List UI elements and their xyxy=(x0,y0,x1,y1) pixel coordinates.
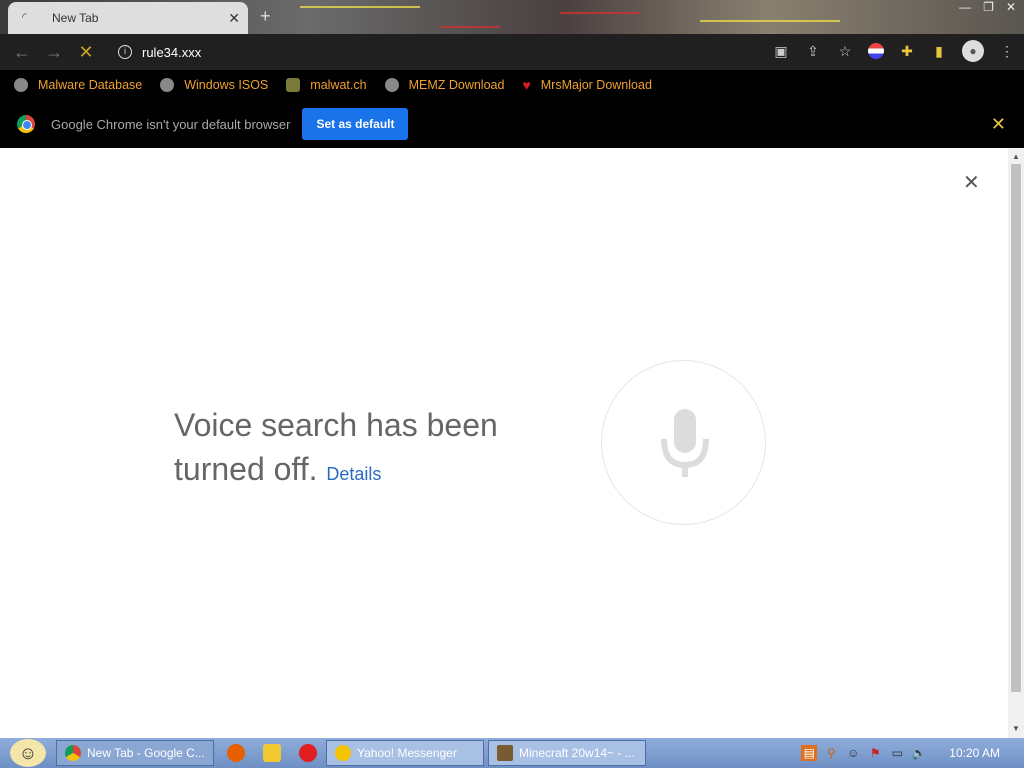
firefox-icon xyxy=(227,744,245,762)
info-icon[interactable]: i xyxy=(118,45,132,59)
back-button[interactable]: ← xyxy=(6,42,38,63)
globe-icon xyxy=(384,78,399,92)
default-browser-infobar: Google Chrome isn't your default browser… xyxy=(0,100,1024,148)
start-button[interactable]: ☺ xyxy=(0,738,56,768)
puzzle-icon[interactable]: ✚ xyxy=(898,42,916,60)
toolbar: ← → ✕ i rule34.xxx ▣ ⇪ ☆ ✚ ▮ ● ⋮ xyxy=(0,34,1024,70)
infobar-text: Google Chrome isn't your default browser xyxy=(51,116,291,132)
bookmark-label: malwat.ch xyxy=(310,78,367,92)
bookmark-malware-database[interactable]: Malware Database xyxy=(14,78,142,92)
details-link[interactable]: Details xyxy=(326,464,381,484)
star-icon[interactable]: ☆ xyxy=(836,42,854,60)
minimize-icon[interactable]: — xyxy=(959,0,971,20)
voice-message: Voice search has been turned off. Detail… xyxy=(174,403,534,496)
close-window-icon[interactable]: ✕ xyxy=(1006,0,1016,20)
bookmark-mrsmajor-download[interactable]: ♥ MrsMajor Download xyxy=(522,78,651,92)
set-as-default-button[interactable]: Set as default xyxy=(302,108,409,140)
minecraft-icon xyxy=(497,745,513,761)
smiley-icon: ☺ xyxy=(10,739,46,767)
stop-button[interactable]: ✕ xyxy=(70,42,102,63)
url-text[interactable]: rule34.xxx xyxy=(142,45,201,60)
chrome-logo-icon xyxy=(17,115,35,133)
firefox-quicklaunch[interactable] xyxy=(218,740,254,766)
voice-close-icon[interactable]: ✕ xyxy=(963,170,980,195)
bookmark-memz-download[interactable]: MEMZ Download xyxy=(384,78,505,92)
bookmark-label: MEMZ Download xyxy=(408,78,505,92)
search-icon[interactable]: ⚲ xyxy=(823,745,839,761)
loading-icon: ◜ xyxy=(22,10,27,24)
taskbar-chrome[interactable]: New Tab - Google C... xyxy=(56,740,214,766)
restore-icon[interactable]: ❐ xyxy=(983,0,994,20)
taskbar-label: Minecraft 20w14~ - ... xyxy=(519,746,635,760)
smiley-tray-icon[interactable]: ☺ xyxy=(845,745,861,761)
explorer-quicklaunch[interactable] xyxy=(254,740,290,766)
scroll-up-icon[interactable]: ▲ xyxy=(1012,152,1020,161)
taskbar: ☺ New Tab - Google C... Yahoo! Messenger… xyxy=(0,738,1024,768)
bookmarks-bar: Malware Database Windows ISOS malwat.ch … xyxy=(0,70,1024,100)
toolbar-actions: ▣ ⇪ ☆ ✚ ▮ ● ⋮ xyxy=(772,40,1016,62)
network-icon[interactable]: ▭ xyxy=(889,745,905,761)
taskbar-minecraft[interactable]: Minecraft 20w14~ - ... xyxy=(488,740,646,766)
window-controls: — ❐ ✕ xyxy=(959,0,1016,20)
system-tray: ▤ ⚲ ☺ ⚑ ▭ 🔈 10:20 AM xyxy=(801,738,1024,768)
share-icon[interactable]: ⇪ xyxy=(804,42,822,60)
flag-icon[interactable] xyxy=(868,43,884,59)
title-bar: ◜ New Tab ✕ + — ❐ ✕ xyxy=(0,0,1024,34)
yahoo-icon xyxy=(335,745,351,761)
bookmark-malwatch[interactable]: malwat.ch xyxy=(286,78,367,92)
cast-icon[interactable]: ▣ xyxy=(772,42,790,60)
new-tab-button[interactable]: + xyxy=(260,6,271,27)
clock: 10:20 AM xyxy=(949,746,1000,760)
folder-icon xyxy=(263,744,281,762)
mic-button[interactable] xyxy=(601,360,766,525)
taskbar-label: New Tab - Google C... xyxy=(87,746,205,760)
volume-icon[interactable]: 🔈 xyxy=(911,745,927,761)
bookmark-label: MrsMajor Download xyxy=(540,78,652,92)
opera-icon xyxy=(299,744,317,762)
menu-icon[interactable]: ⋮ xyxy=(998,42,1016,60)
opera-quicklaunch[interactable] xyxy=(290,740,326,766)
vertical-scrollbar[interactable]: ▲ ▼ xyxy=(1008,148,1024,738)
address-bar[interactable]: i rule34.xxx xyxy=(108,38,768,66)
taskbar-label: Yahoo! Messenger xyxy=(357,746,457,760)
infobar-close-icon[interactable]: ✕ xyxy=(991,114,1006,135)
globe-icon xyxy=(160,78,175,92)
scroll-thumb[interactable] xyxy=(1011,164,1021,692)
voice-line-1: Voice search has been xyxy=(174,407,498,443)
scroll-down-icon[interactable]: ▼ xyxy=(1012,724,1020,733)
heart-icon: ♥ xyxy=(522,77,531,93)
sidebar-icon[interactable]: ▮ xyxy=(930,42,948,60)
voice-search-overlay: ✕ Voice search has been turned off. Deta… xyxy=(0,148,1008,738)
tab-close-icon[interactable]: ✕ xyxy=(228,10,240,27)
chrome-window: ◜ New Tab ✕ + — ❐ ✕ ← → ✕ i rule34.xxx ▣… xyxy=(0,0,1024,768)
flag-alert-icon[interactable]: ⚑ xyxy=(867,745,883,761)
bookmark-label: Windows ISOS xyxy=(184,78,269,92)
bookmark-windows-isos[interactable]: Windows ISOS xyxy=(160,78,268,92)
tab-title: New Tab xyxy=(52,11,99,25)
profile-icon[interactable]: ● xyxy=(962,40,984,62)
globe-icon xyxy=(14,78,28,92)
tray-app-icon[interactable]: ▤ xyxy=(801,745,818,761)
forward-button[interactable]: → xyxy=(38,42,70,63)
chrome-icon xyxy=(65,745,81,761)
bookmark-label: Malware Database xyxy=(38,78,143,92)
taskbar-yahoo[interactable]: Yahoo! Messenger xyxy=(326,740,484,766)
tab-new-tab[interactable]: ◜ New Tab ✕ xyxy=(8,2,248,34)
malwatch-icon xyxy=(286,78,301,92)
microphone-icon xyxy=(661,409,709,477)
voice-line-2: turned off. xyxy=(174,451,318,487)
